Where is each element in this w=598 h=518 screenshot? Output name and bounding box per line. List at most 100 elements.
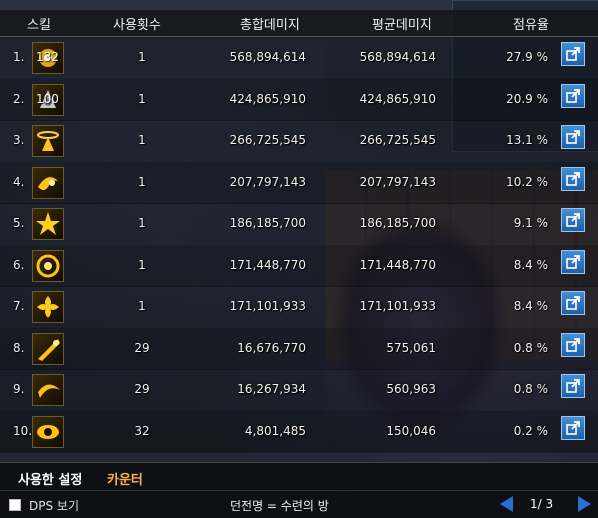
skill-level: 132 [36, 50, 59, 64]
table-row: 8. 29 16,676,770 575,061 0.8 % [0, 327, 598, 370]
total-damage: 171,448,770 [229, 257, 306, 272]
export-icon [566, 254, 580, 269]
row-index: 6. [13, 257, 25, 272]
export-icon [566, 337, 580, 352]
use-count: 1 [138, 216, 146, 230]
export-icon [566, 171, 580, 186]
starburst-skill-icon [32, 208, 64, 240]
total-damage: 16,676,770 [237, 340, 306, 355]
export-button[interactable] [561, 83, 585, 108]
dps-meter-overlay: 스킬 사용횟수 총합데미지 평균데미지 점유율 1. 132 1 568,894,61… [0, 0, 598, 462]
tab-counter[interactable]: 카운터 [107, 469, 143, 488]
skill-level: 100 [36, 91, 59, 106]
strike-skill-icon [32, 332, 64, 365]
row-index: 8. [13, 340, 25, 355]
use-count: 29 [134, 382, 150, 396]
crescent-skill-icon [32, 374, 64, 406]
export-button[interactable] [561, 249, 585, 274]
vortex-skill-icon [32, 249, 64, 282]
damage-share: 0.8 % [513, 340, 548, 355]
total-damage: 266,725,545 [229, 133, 306, 147]
table-row: 4. 1 207,797,143 207,797,143 10.2 % [0, 161, 598, 204]
average-damage: 171,101,933 [359, 299, 436, 313]
export-button[interactable] [561, 208, 585, 232]
swirl-skill-icon [32, 166, 64, 199]
table-row: 5. 1 186,185,700 186,185,700 9.1 % [0, 203, 598, 245]
prev-page-icon[interactable] [500, 496, 513, 512]
row-index: 3. [13, 133, 25, 147]
tab-used-settings[interactable]: 사용한 설정 [18, 469, 82, 488]
flower-skill-icon [32, 291, 64, 323]
damage-share: 0.8 % [513, 382, 548, 396]
table-row: 1. 132 1 568,894,614 568,894,614 27.9 % [0, 37, 598, 79]
average-damage: 424,865,910 [359, 91, 436, 106]
use-count: 32 [134, 423, 150, 438]
export-icon [566, 296, 580, 310]
row-index: 2. [13, 91, 25, 106]
table-row: 9. 29 16,267,934 560,963 0.8 % [0, 369, 598, 411]
export-button[interactable] [561, 374, 585, 398]
average-damage: 266,725,545 [359, 133, 436, 147]
export-icon [566, 420, 580, 435]
dps-view-checkbox[interactable] [9, 499, 21, 511]
total-damage: 186,185,700 [229, 216, 306, 230]
average-damage: 575,061 [386, 340, 436, 355]
export-button[interactable] [561, 166, 585, 191]
export-icon [566, 47, 580, 61]
table-row: 2. 100 1 424,865,910 424,865,910 20.9 % [0, 78, 598, 121]
export-icon [566, 88, 580, 103]
average-damage: 150,046 [386, 423, 436, 438]
export-button[interactable] [561, 332, 585, 357]
header-avg: 평균데미지 [372, 18, 432, 33]
use-count: 1 [138, 50, 146, 64]
header-total: 총합데미지 [240, 18, 300, 33]
export-button[interactable] [561, 291, 585, 315]
pagination: 1/ 3 [496, 496, 592, 514]
export-icon [566, 379, 580, 393]
use-count: 1 [138, 299, 146, 313]
damage-share: 8.4 % [513, 257, 548, 272]
total-damage: 207,797,143 [229, 174, 306, 189]
table-header: 스킬 사용횟수 총합데미지 평균데미지 점유율 [0, 10, 598, 37]
total-damage: 424,865,910 [229, 91, 306, 106]
row-index: 10. [13, 423, 33, 438]
page-indicator: 1/ 3 [530, 497, 554, 511]
damage-share: 13.1 % [506, 133, 548, 147]
header-count: 사용횟수 [113, 18, 161, 33]
header-share: 점유율 [513, 18, 549, 33]
halo-skill-icon [32, 125, 64, 157]
average-damage: 560,963 [386, 382, 436, 396]
row-index: 7. [13, 299, 25, 313]
export-icon [566, 213, 580, 227]
damage-share: 27.9 % [506, 50, 548, 64]
table-row: 3. 1 266,725,545 266,725,545 13.1 % [0, 120, 598, 162]
row-index: 4. [13, 174, 25, 189]
average-damage: 207,797,143 [359, 174, 436, 189]
damage-share: 9.1 % [513, 216, 548, 230]
header-skill: 스킬 [27, 18, 51, 33]
export-button[interactable] [561, 415, 585, 440]
table-row: 10. 32 4,801,485 150,046 0.2 % [0, 410, 598, 453]
table-row: 7. 1 171,101,933 171,101,933 8.4 % [0, 286, 598, 328]
eye-skill-icon [32, 415, 64, 448]
export-button[interactable] [561, 125, 585, 149]
total-damage: 568,894,614 [229, 50, 306, 64]
total-damage: 4,801,485 [244, 423, 306, 438]
use-count: 1 [138, 91, 146, 106]
export-button[interactable] [561, 42, 585, 66]
dungeon-name: 던전명 = 수련의 방 [230, 499, 329, 513]
use-count: 29 [134, 340, 150, 355]
average-damage: 171,448,770 [359, 257, 436, 272]
damage-share: 10.2 % [506, 174, 548, 189]
export-icon [566, 130, 580, 144]
total-damage: 171,101,933 [229, 299, 306, 313]
use-count: 1 [138, 174, 146, 189]
damage-share: 8.4 % [513, 299, 548, 313]
dps-view-label: DPS 보기 [29, 499, 79, 513]
next-page-icon[interactable] [578, 496, 591, 512]
row-index: 9. [13, 382, 25, 396]
table-row: 6. 1 171,448,770 171,448,770 8.4 % [0, 244, 598, 287]
status-bar: DPS 보기 던전명 = 수련의 방 1/ 3 [0, 490, 598, 518]
average-damage: 568,894,614 [359, 50, 436, 64]
row-index: 1. [13, 50, 25, 64]
